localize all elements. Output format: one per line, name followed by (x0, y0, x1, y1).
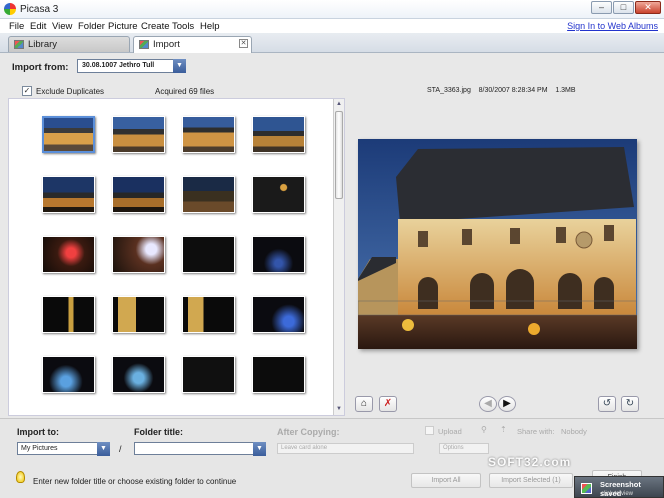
thumbnail[interactable] (182, 296, 235, 333)
import-from-label: Import from: (12, 62, 69, 73)
window-title: Picasa 3 (20, 4, 59, 15)
thumbnail[interactable] (42, 176, 95, 213)
chevron-down-icon[interactable]: ▼ (173, 59, 186, 73)
thumbnail[interactable] (112, 116, 165, 153)
folder-title-label: Folder title: (134, 427, 183, 437)
toast-subtitle: click to view (601, 491, 634, 497)
title-bar (0, 0, 664, 19)
menu-help[interactable]: Help (200, 21, 220, 32)
import-selected-button[interactable]: Import Selected (1) (489, 473, 573, 488)
previous-icon[interactable]: ◀ (479, 396, 497, 412)
close-tab-icon[interactable]: ✕ (239, 39, 248, 48)
menu-edit[interactable]: Edit (30, 21, 46, 32)
library-icon (14, 40, 24, 49)
thumbnail[interactable] (112, 236, 165, 273)
upload-arrow-icon: ⇡ (500, 425, 507, 434)
tab-import-label: Import (153, 39, 180, 50)
folder-title-input[interactable]: ▼ (134, 442, 266, 456)
thumbnail[interactable] (252, 116, 305, 153)
import-to-dropdown[interactable]: My Pictures ▼ (17, 442, 110, 456)
menu-tools[interactable]: Tools (172, 21, 194, 32)
file-info: STA_3363.jpg 8/30/2007 8:28:34 PM 1.3MB (427, 87, 576, 94)
share-with-label: Share with: (517, 427, 555, 436)
import-to-label: Import to: (17, 427, 59, 437)
thumbnail[interactable] (182, 176, 235, 213)
thumbnail[interactable] (252, 236, 305, 273)
file-size: 1.3MB (555, 87, 576, 94)
rotate-right-icon[interactable]: ↻ (621, 396, 639, 412)
close-button[interactable]: ✕ (635, 1, 661, 14)
thumbnail-scrollbar[interactable]: ▲ ▼ (333, 99, 344, 415)
import-icon (139, 40, 149, 49)
next-icon[interactable]: ▶ (498, 396, 516, 412)
upload-icon[interactable]: ⌂ (355, 396, 373, 412)
hint-text: Enter new folder title or choose existin… (33, 477, 237, 486)
menu-file[interactable]: File (9, 21, 24, 32)
options-dropdown[interactable]: Options (439, 443, 489, 454)
after-copying-label: After Copying: (277, 427, 340, 437)
sign-in-link[interactable]: Sign In to Web Albums (567, 21, 658, 31)
upload-label: Upload (438, 427, 462, 436)
tab-import[interactable]: Import ✕ (133, 36, 252, 53)
file-date: 8/30/2007 8:28:34 PM (478, 87, 548, 94)
scrollbar-thumb[interactable] (335, 111, 343, 199)
thumbnail[interactable] (42, 236, 95, 273)
minimize-button[interactable]: – (591, 1, 612, 14)
scroll-down-icon[interactable]: ▼ (334, 404, 344, 415)
lightbulb-icon (16, 471, 25, 483)
thumbnail[interactable] (42, 296, 95, 333)
hide-icon[interactable]: ✗ (379, 396, 397, 412)
preview-image (358, 139, 637, 349)
after-copying-dropdown[interactable]: Leave card alone (277, 443, 414, 454)
menu-folder[interactable]: Folder (78, 21, 105, 32)
tab-library[interactable]: Library (8, 36, 130, 52)
picasa-icon (581, 483, 592, 494)
share-icon: ⚲ (481, 425, 487, 434)
upload-checkbox[interactable] (425, 426, 434, 435)
path-separator: / (119, 444, 122, 454)
menu-view[interactable]: View (52, 21, 72, 32)
after-copying-value: Leave card alone (281, 445, 328, 451)
chevron-down-icon[interactable]: ▼ (97, 442, 110, 456)
thumbnail[interactable] (112, 176, 165, 213)
thumbnail[interactable] (182, 236, 235, 273)
acquired-count: Acquired 69 files (155, 87, 215, 96)
thumbnail-selected[interactable] (42, 116, 95, 153)
options-label: Options (443, 445, 464, 451)
thumbnail[interactable] (182, 356, 235, 393)
chevron-down-icon[interactable]: ▼ (253, 442, 266, 456)
menu-picture[interactable]: Picture (108, 21, 138, 32)
import-from-value: 30.08.1007 Jethro Tull (82, 62, 155, 69)
thumbnail[interactable] (42, 356, 95, 393)
rotate-left-icon[interactable]: ↺ (598, 396, 616, 412)
exclude-duplicates-label: Exclude Duplicates (36, 87, 105, 96)
thumbnail[interactable] (112, 296, 165, 333)
import-to-value: My Pictures (21, 445, 58, 452)
thumbnail[interactable] (252, 296, 305, 333)
import-from-dropdown[interactable]: 30.08.1007 Jethro Tull ▼ (77, 59, 186, 73)
exclude-duplicates-checkbox[interactable]: ✓ (22, 86, 32, 96)
thumbnail[interactable] (252, 356, 305, 393)
thumbnail[interactable] (252, 176, 305, 213)
import-all-button[interactable]: Import All (411, 473, 481, 488)
file-name: STA_3363.jpg (427, 87, 471, 94)
scroll-up-icon[interactable]: ▲ (334, 99, 344, 110)
screenshot-toast[interactable]: Screenshot saved click to view (574, 476, 664, 498)
picasa-logo-icon (4, 3, 16, 15)
tab-library-label: Library (28, 39, 58, 50)
thumbnail[interactable] (182, 116, 235, 153)
thumbnail[interactable] (112, 356, 165, 393)
share-with-value: Nobody (561, 427, 587, 436)
maximize-button[interactable]: □ (613, 1, 634, 14)
menu-create[interactable]: Create (141, 21, 170, 32)
watermark: SOFT32.com (488, 455, 572, 469)
